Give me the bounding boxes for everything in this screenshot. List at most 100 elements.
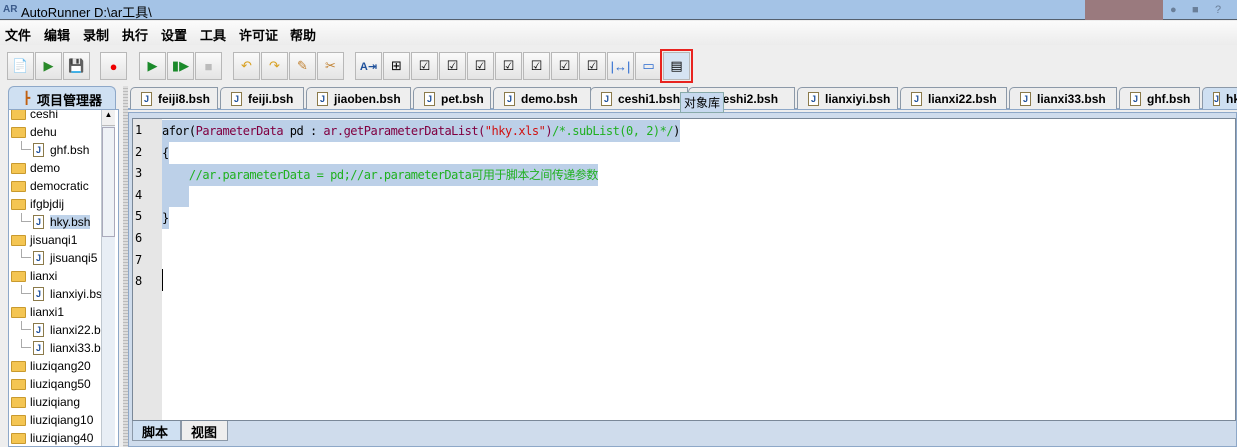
- editor-tab[interactable]: Jghf.bsh: [1119, 87, 1200, 109]
- script-file-icon: J: [808, 91, 819, 106]
- tree-item[interactable]: liuziqiang40: [11, 429, 93, 446]
- tree-item[interactable]: liuziqiang10: [11, 411, 93, 429]
- line-number: 6: [135, 231, 143, 245]
- tree-item[interactable]: Jghf.bsh: [21, 141, 89, 159]
- editor-tab[interactable]: Jfeiji8.bsh: [130, 87, 218, 109]
- save-icon[interactable]: 💾: [63, 52, 90, 80]
- scroll-thumb[interactable]: [102, 127, 115, 237]
- object-icon[interactable]: ⊞: [383, 52, 410, 80]
- folder-open-icon: [11, 126, 26, 138]
- menu-file[interactable]: 文件: [5, 25, 31, 44]
- line-number: 7: [135, 252, 143, 267]
- tree-item-label: ceshi: [30, 109, 59, 121]
- title-bar: AR AutoRunner D:\ar工具\ ● ■ ?: [0, 0, 1237, 20]
- maximize-icon[interactable]: ■: [1192, 4, 1199, 16]
- tree-item[interactable]: demo: [11, 159, 60, 177]
- tab-view[interactable]: 视图: [181, 421, 228, 441]
- menu-tools[interactable]: 工具: [200, 25, 226, 44]
- tree-item[interactable]: liuziqang20: [11, 357, 91, 375]
- folder-icon: [11, 432, 26, 444]
- tree-item[interactable]: lianxi1: [11, 303, 64, 321]
- checkpoint-icon[interactable]: ☑: [411, 52, 438, 80]
- tree-item[interactable]: liuziqang50: [11, 375, 91, 393]
- tree-scrollbar[interactable]: ▲: [101, 110, 115, 446]
- script-file-icon: J: [33, 143, 44, 157]
- editor-tab[interactable]: Jlianxi33.bsh: [1009, 87, 1117, 109]
- scroll-up-icon[interactable]: ▲: [102, 110, 115, 126]
- tab-label: feiji.bsh: [248, 91, 294, 106]
- import-icon[interactable]: ▶: [35, 52, 62, 80]
- tree-item[interactable]: ceshi: [11, 109, 59, 123]
- editor-tab[interactable]: Jfeiji.bsh: [220, 87, 304, 109]
- text-caret: [162, 269, 163, 291]
- tree-icon: ┣: [23, 91, 31, 105]
- editor-tab[interactable]: Jjiaoben.bsh: [306, 87, 411, 109]
- tree-item[interactable]: Jjisuanqi5: [21, 249, 97, 267]
- editor-tab[interactable]: Jceshi1.bsh: [590, 87, 688, 109]
- tab-script[interactable]: 脚本: [132, 421, 181, 441]
- editor-tab[interactable]: Jhky.bsh: [1202, 87, 1237, 109]
- new-script-icon[interactable]: 📄: [7, 52, 34, 80]
- editor-tab[interactable]: Jlianxiyi.bsh: [797, 87, 898, 109]
- tree-item[interactable]: ifgbjdij: [11, 195, 64, 213]
- line-number: 3: [135, 166, 143, 181]
- editor-tab[interactable]: Jdemo.bsh: [493, 87, 591, 109]
- checkpoint-db-icon[interactable]: ☑: [439, 52, 466, 80]
- tree-item[interactable]: Jhky.bsh: [21, 213, 91, 231]
- run-step-icon[interactable]: ▮▶: [167, 52, 194, 80]
- script-file-icon: J: [317, 91, 328, 106]
- script-file-icon: J: [1020, 91, 1031, 106]
- minimize-icon[interactable]: ●: [1170, 4, 1177, 16]
- menu-run[interactable]: 执行: [122, 25, 148, 44]
- tree-item[interactable]: lianxi: [11, 267, 57, 285]
- tab-label: ceshi2.bsh: [716, 91, 779, 106]
- close-button[interactable]: [1085, 0, 1163, 20]
- tree-item[interactable]: dehu: [11, 123, 57, 141]
- menu-settings[interactable]: 设置: [161, 25, 187, 44]
- tree-item-label: ifgbjdij: [30, 197, 65, 211]
- script-file-icon: J: [33, 287, 44, 301]
- menu-help[interactable]: 帮助: [290, 25, 316, 44]
- script-file-icon: J: [504, 91, 515, 106]
- tree-item[interactable]: jisuanqi1: [11, 231, 77, 249]
- menu-bar: 文件 编辑 录制 执行 设置 工具 许可证 帮助: [0, 21, 1237, 45]
- tree-item[interactable]: liuziqiang: [11, 393, 80, 411]
- rename-icon[interactable]: A⇥: [355, 52, 382, 80]
- message-icon[interactable]: ▭: [635, 52, 662, 80]
- object-library-icon[interactable]: ▤: [660, 49, 693, 83]
- stop-icon[interactable]: ■: [195, 52, 222, 80]
- project-manager-tab[interactable]: ┣ 项目管理器: [8, 86, 116, 109]
- menu-edit[interactable]: 编辑: [44, 25, 70, 44]
- tree-item[interactable]: democratic: [11, 177, 89, 195]
- tree-item[interactable]: Jlianxiyi.bsh: [21, 285, 109, 303]
- checkpoint-image-icon[interactable]: ☑: [551, 52, 578, 80]
- checkpoint-info-icon[interactable]: ☑: [467, 52, 494, 80]
- editor-tab[interactable]: Jpet.bsh: [413, 87, 491, 109]
- checkpoint-var-icon[interactable]: ☑: [579, 52, 606, 80]
- project-manager-panel: ┣ 项目管理器 liuziqiang40 liuziqiang10 liuziqian…: [5, 86, 123, 447]
- tree-item-label: liuziqiang: [30, 395, 81, 409]
- checkpoint-text-icon[interactable]: ☑: [523, 52, 550, 80]
- checkpoint-region-icon[interactable]: ☑: [495, 52, 522, 80]
- tree-item-label: jisuanqi1: [30, 233, 78, 247]
- menu-license[interactable]: 许可证: [239, 25, 278, 44]
- tools-icon[interactable]: ✂: [317, 52, 344, 80]
- code-area[interactable]: 1 2 3 4 5 6 7 8 afor(ParameterData pd : ar.getP…: [132, 118, 1236, 421]
- tree-item-label: dehu: [30, 125, 57, 139]
- tooltip: 对象库: [680, 92, 725, 113]
- tree-connector: [21, 339, 31, 348]
- tab-label: demo.bsh: [521, 91, 578, 106]
- run-icon[interactable]: ▶: [139, 52, 166, 80]
- redo-icon[interactable]: ↷: [261, 52, 288, 80]
- editor-tab[interactable]: Jlianxi22.bsh: [900, 87, 1007, 109]
- project-tree: liuziqiang40 liuziqiang10 liuziqiang liuziq…: [8, 109, 119, 447]
- undo-icon[interactable]: ↶: [233, 52, 260, 80]
- help-icon[interactable]: ?: [1215, 4, 1221, 16]
- script-file-icon: J: [33, 251, 44, 265]
- record-icon[interactable]: ●: [100, 52, 127, 80]
- split-icon[interactable]: |↔|: [607, 52, 634, 80]
- script-file-icon: J: [601, 91, 612, 106]
- menu-record[interactable]: 录制: [83, 25, 109, 44]
- tree-item-label: demo: [30, 161, 61, 175]
- brush-icon[interactable]: ✎: [289, 52, 316, 80]
